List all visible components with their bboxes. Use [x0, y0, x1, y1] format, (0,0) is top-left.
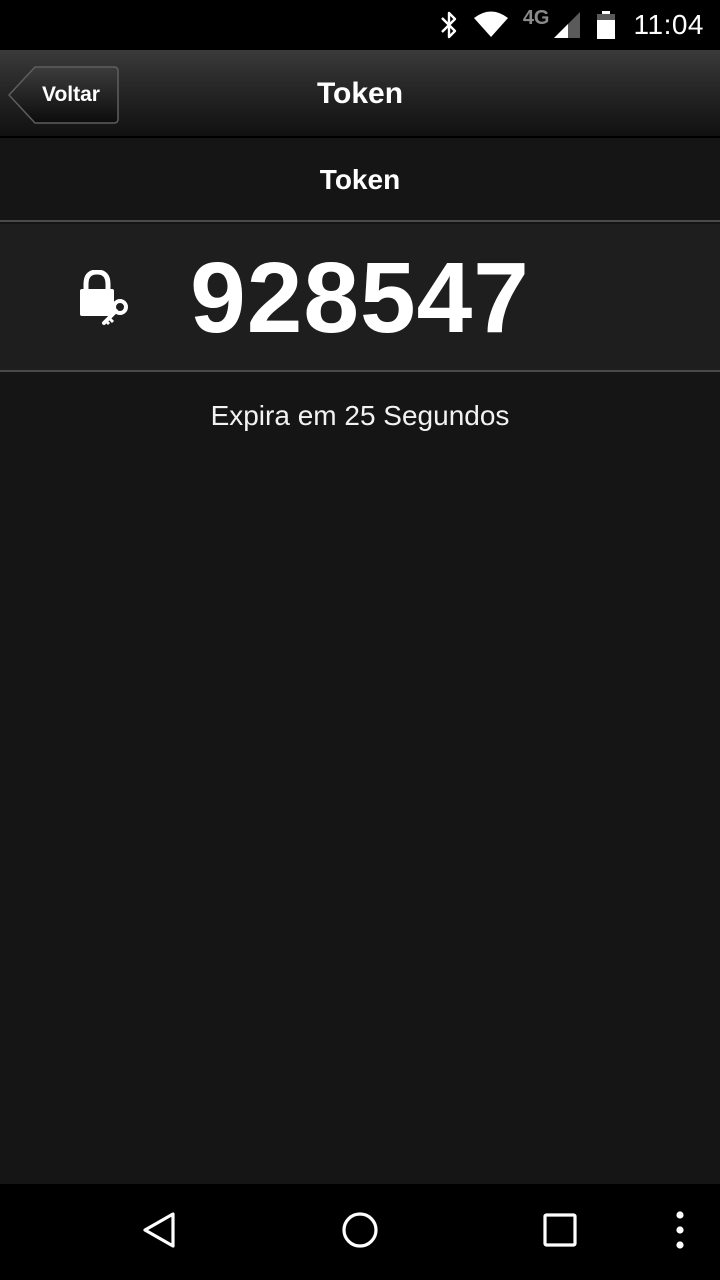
back-button[interactable]: Voltar: [8, 66, 120, 124]
cell-signal-icon: [552, 10, 582, 40]
network-type-label: 4G: [522, 6, 550, 29]
bluetooth-icon: [439, 10, 459, 40]
status-clock: 11:04: [633, 9, 704, 40]
battery-icon: [596, 10, 616, 40]
back-button-label: Voltar: [42, 83, 100, 106]
expiry-text: Expira em 25 Segundos: [210, 400, 510, 431]
nav-overflow-button[interactable]: [632, 1184, 720, 1280]
home-circle-icon: [340, 1210, 380, 1255]
nav-home-button[interactable]: [312, 1184, 408, 1280]
recents-square-icon: [540, 1210, 580, 1255]
token-row: 928547: [0, 224, 720, 372]
overflow-menu-icon: [675, 1210, 685, 1255]
status-bar: 4G 11:04: [0, 0, 720, 50]
navigation-bar: [0, 1184, 720, 1280]
token-screen: 4G 11:04 Voltar Token Token 928547 Expir…: [0, 0, 720, 1280]
nav-back-button[interactable]: [112, 1184, 208, 1280]
section-header: Token: [0, 138, 720, 222]
action-bar: Voltar Token: [0, 50, 720, 138]
token-value: 928547: [190, 242, 530, 354]
back-triangle-icon: [140, 1210, 180, 1255]
nav-recents-button[interactable]: [512, 1184, 608, 1280]
wifi-icon: [473, 11, 509, 39]
